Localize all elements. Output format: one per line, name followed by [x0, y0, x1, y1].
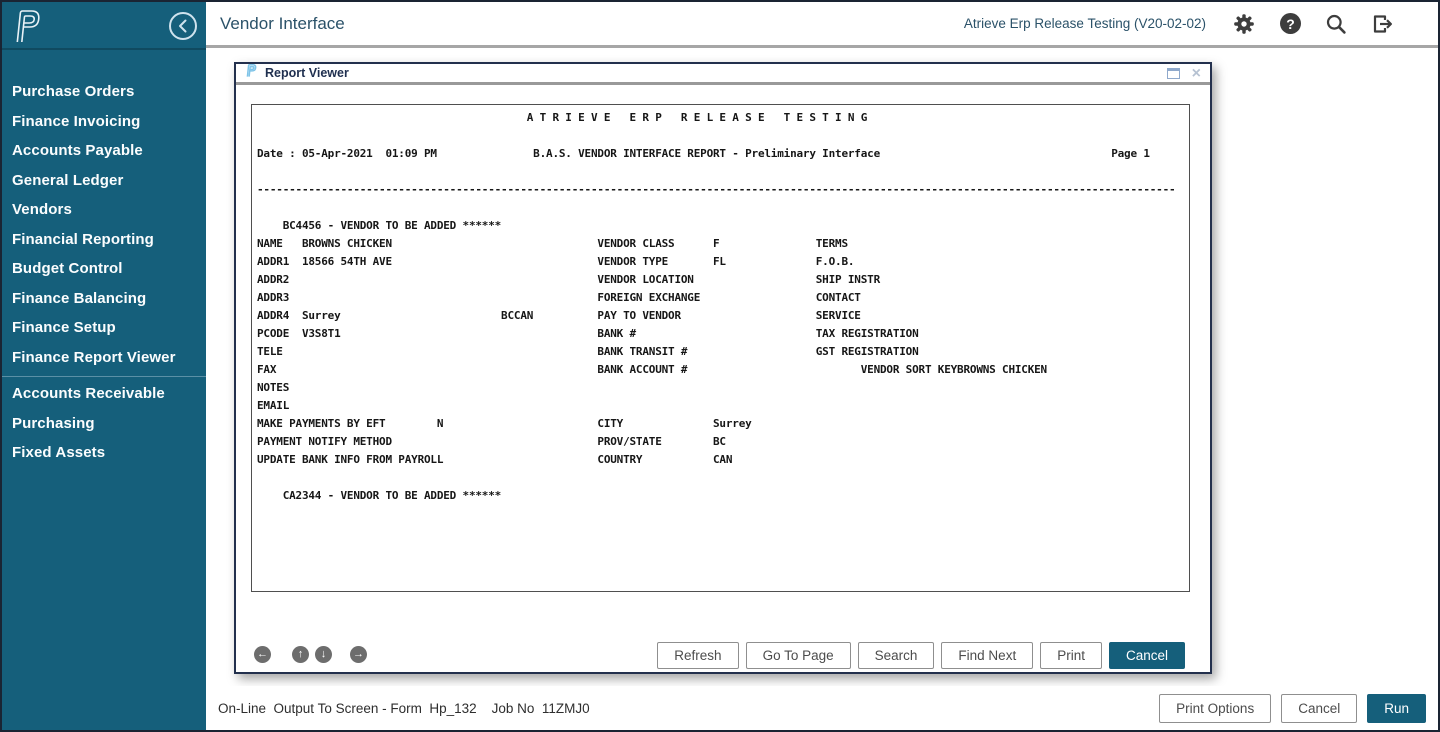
find-next-button[interactable]: Find Next — [941, 642, 1033, 669]
print-options-button[interactable]: Print Options — [1159, 694, 1271, 723]
go-to-page-button[interactable]: Go To Page — [746, 642, 851, 669]
sidebar-header — [2, 2, 206, 50]
environment-label: Atrieve Erp Release Testing (V20-02-02) — [964, 16, 1206, 31]
sidebar-divider — [2, 376, 206, 377]
powerschool-logo-icon — [11, 7, 45, 50]
modal-button-row: Refresh Go To Page Search Find Next Prin… — [657, 642, 1185, 669]
sidebar-item-fixed-assets[interactable]: Fixed Assets — [2, 438, 206, 468]
sidebar-menu: Purchase Orders Finance Invoicing Accoun… — [2, 52, 206, 468]
help-icon[interactable]: ? — [1280, 13, 1301, 34]
modal-titlebar-icons: × — [1167, 68, 1201, 79]
sidebar-item-purchase-orders[interactable]: Purchase Orders — [2, 77, 206, 107]
page-last-arrow-icon[interactable]: → — [350, 646, 367, 663]
sidebar-item-purchasing[interactable]: Purchasing — [2, 409, 206, 439]
sidebar-item-budget-control[interactable]: Budget Control — [2, 254, 206, 284]
page-title: Vendor Interface — [220, 14, 345, 34]
page-up-arrow-icon[interactable]: ↑ — [292, 646, 309, 663]
logout-icon[interactable] — [1371, 13, 1394, 35]
sidebar-item-accounts-payable[interactable]: Accounts Payable — [2, 136, 206, 166]
modal-titlebar[interactable]: Report Viewer × — [236, 64, 1210, 85]
sidebar-item-finance-balancing[interactable]: Finance Balancing — [2, 284, 206, 314]
sidebar-item-finance-setup[interactable]: Finance Setup — [2, 313, 206, 343]
statusbar-cancel-button[interactable]: Cancel — [1281, 694, 1357, 723]
report-page: A T R I E V E E R P R E L E A S E T E S … — [251, 104, 1190, 592]
sidebar: Purchase Orders Finance Invoicing Accoun… — [2, 2, 206, 730]
sidebar-collapse-button[interactable] — [168, 11, 198, 41]
status-bar: On-Line Output To Screen - Form Hp_132 J… — [206, 686, 1438, 730]
sidebar-item-general-ledger[interactable]: General Ledger — [2, 166, 206, 196]
refresh-button[interactable]: Refresh — [657, 642, 738, 669]
sidebar-item-vendors[interactable]: Vendors — [2, 195, 206, 225]
close-icon[interactable]: × — [1192, 68, 1201, 79]
print-button[interactable]: Print — [1040, 642, 1102, 669]
job-status-text: On-Line Output To Screen - Form Hp_132 J… — [218, 701, 590, 716]
settings-gear-icon[interactable] — [1232, 12, 1256, 36]
report-viewer-modal: Report Viewer × A T R I E V E E R P R E … — [234, 62, 1212, 674]
app-window: { "header": { "title": "Vendor Interface… — [0, 0, 1440, 732]
modal-title: Report Viewer — [265, 66, 349, 80]
maximize-icon[interactable] — [1167, 68, 1180, 79]
top-header: Vendor Interface Atrieve Erp Release Tes… — [206, 2, 1438, 48]
search-button[interactable]: Search — [858, 642, 935, 669]
page-first-arrow-icon[interactable]: ← — [254, 646, 271, 663]
modal-cancel-button[interactable]: Cancel — [1109, 642, 1185, 669]
sidebar-item-finance-invoicing[interactable]: Finance Invoicing — [2, 107, 206, 137]
sidebar-item-accounts-receivable[interactable]: Accounts Receivable — [2, 379, 206, 409]
page-down-arrow-icon[interactable]: ↓ — [315, 646, 332, 663]
modal-logo-icon — [245, 63, 258, 83]
header-right: Atrieve Erp Release Testing (V20-02-02) … — [964, 2, 1394, 45]
search-icon[interactable] — [1325, 13, 1347, 35]
sidebar-item-financial-reporting[interactable]: Financial Reporting — [2, 225, 206, 255]
sidebar-item-finance-report-viewer[interactable]: Finance Report Viewer — [2, 343, 206, 373]
report-text: A T R I E V E E R P R E L E A S E T E S … — [252, 105, 1189, 505]
run-button[interactable]: Run — [1367, 694, 1426, 723]
status-button-row: Print Options Cancel Run — [1159, 694, 1426, 723]
